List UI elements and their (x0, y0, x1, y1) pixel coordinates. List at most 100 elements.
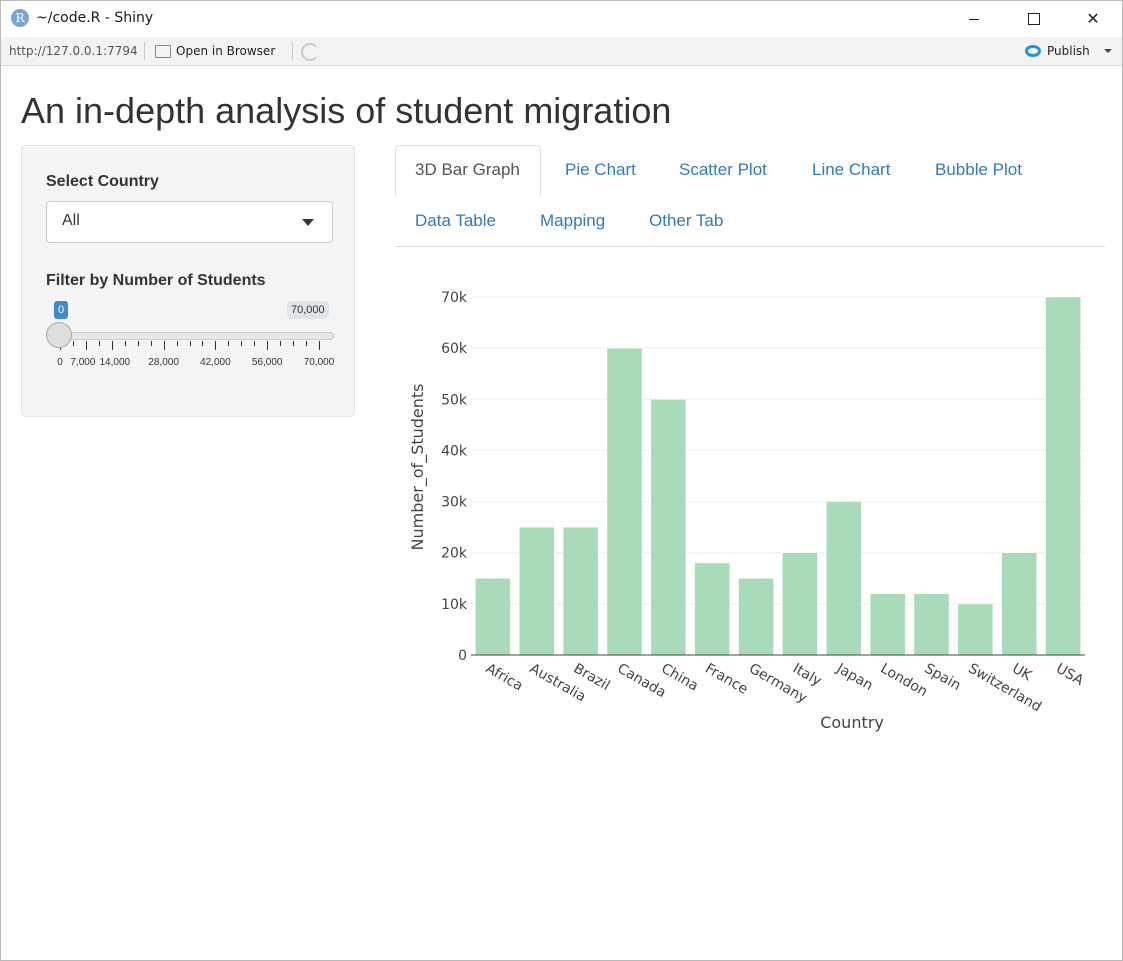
slider-tick (189, 341, 191, 346)
bar[interactable] (475, 578, 511, 656)
slider-tick (98, 341, 100, 346)
sidebar-panel: Select Country All Filter by Number of S… (21, 145, 355, 417)
slider-tick (241, 341, 243, 346)
y-tick-label: 60k (441, 341, 468, 357)
slider-tick-label: 70,000 (303, 357, 335, 368)
slider-tick-label: 7,000 (70, 357, 96, 368)
open-browser-icon (155, 44, 171, 58)
chevron-down-icon[interactable] (1103, 49, 1112, 53)
slider-max-value: 70,000 (287, 301, 329, 319)
bar[interactable] (913, 593, 950, 656)
tab-other-tab[interactable]: Other Tab (649, 211, 723, 231)
tab-3d-bar-graph[interactable]: 3D Bar Graph (395, 145, 541, 196)
select-country-label: Select Country (46, 173, 159, 190)
slider-tick (306, 341, 308, 346)
x-tick-label: USA (1053, 661, 1086, 690)
country-select[interactable]: All (46, 201, 333, 243)
tab-mapping[interactable]: Mapping (540, 211, 605, 231)
x-tick-label: Canada (615, 661, 669, 701)
bar-chart[interactable]: 010k20k30k40k50k60k70kAfrica AustraliaBra… (395, 251, 1105, 751)
x-tick-label: France (702, 661, 750, 698)
slider-tick-label: 28,000 (148, 357, 179, 368)
bar[interactable] (1045, 296, 1081, 656)
x-tick-label: UK (1009, 661, 1035, 685)
slider-tick (163, 341, 165, 350)
minimize-icon (969, 18, 979, 20)
slider-tick (280, 341, 282, 346)
title-bar: R ~/code.R - Shiny ✕ (1, 1, 1122, 37)
bar[interactable] (782, 552, 818, 656)
tab-line-chart[interactable]: Line Chart (812, 160, 890, 180)
y-tick-label: 50k (441, 392, 468, 408)
bar[interactable] (825, 501, 862, 656)
publish-label: Publish (1047, 44, 1090, 58)
close-button[interactable]: ✕ (1070, 1, 1116, 37)
slider-tick (72, 341, 74, 346)
tab-data-table[interactable]: Data Table (415, 211, 496, 231)
slider-tick-label: 42,000 (200, 357, 231, 368)
x-tick-label: Africa (483, 661, 526, 695)
bar[interactable] (869, 593, 906, 656)
r-logo-icon: R (11, 9, 29, 27)
minimize-button[interactable] (951, 1, 997, 37)
student-filter-label: Filter by Number of Students (46, 272, 266, 289)
slider-tick (215, 341, 217, 350)
slider-track[interactable] (60, 332, 334, 340)
slider-tick (293, 341, 295, 346)
slider-tick (137, 341, 139, 346)
slider-tick (111, 341, 113, 350)
publish-button[interactable]: Publish (1025, 44, 1112, 58)
bar[interactable] (562, 526, 599, 656)
maximize-button[interactable] (1011, 1, 1057, 37)
open-in-browser-label: Open in Browser (176, 44, 276, 58)
y-tick-label: 0 (458, 648, 467, 664)
y-tick-label: 30k (441, 495, 468, 511)
slider-tick (124, 341, 126, 346)
bar[interactable] (606, 347, 643, 656)
tab-pie-chart[interactable]: Pie Chart (565, 160, 636, 180)
app-window: R ~/code.R - Shiny ✕ http://127.0.0.1:77… (0, 0, 1123, 961)
bar[interactable] (694, 562, 731, 656)
toolbar-divider (292, 42, 293, 60)
y-tick-label: 10k (441, 597, 468, 613)
slider-tick-label: 56,000 (251, 357, 283, 368)
bar[interactable] (650, 399, 687, 656)
slider-tick (267, 341, 269, 350)
open-in-browser-button[interactable]: Open in Browser (155, 44, 275, 58)
publish-icon (1025, 45, 1041, 57)
tab-bubble-plot[interactable]: Bubble Plot (935, 160, 1022, 180)
tab-bar: 3D Bar Graph Pie Chart Scatter Plot Line Ch… (395, 145, 1105, 247)
slider-tick (319, 341, 320, 350)
slider-tick (176, 341, 178, 346)
tab-scatter-plot[interactable]: Scatter Plot (679, 160, 767, 180)
slider-tick (228, 341, 230, 346)
slider-min-value: 0 (54, 301, 69, 319)
x-axis-title: Country (820, 713, 884, 732)
y-axis-title: Number_of_Students (408, 383, 428, 550)
bar[interactable] (738, 578, 774, 656)
maximize-icon (1028, 13, 1040, 25)
url-text[interactable]: http://127.0.0.1:7794 (9, 44, 138, 58)
slider-handle[interactable] (46, 322, 72, 348)
country-select-value: All (62, 212, 80, 229)
bar[interactable] (1001, 552, 1038, 656)
bar[interactable] (518, 526, 555, 656)
slider-tick (85, 341, 87, 350)
slider-tick-label: 0 (57, 357, 63, 368)
slider-tick (254, 341, 256, 346)
window-title: ~/code.R - Shiny (36, 10, 154, 26)
tab-divider (395, 246, 1105, 247)
y-tick-label: 20k (441, 546, 468, 562)
slider-tick (150, 341, 152, 346)
slider-tick (202, 341, 204, 346)
x-tick-label: Japan (833, 660, 876, 694)
close-icon: ✕ (1086, 11, 1100, 28)
page-title: An in-depth analysis of student migratio… (21, 90, 672, 131)
dropdown-caret-icon (302, 219, 314, 226)
bar[interactable] (957, 603, 994, 656)
y-tick-label: 40k (441, 443, 468, 459)
toolbar-divider (144, 42, 145, 60)
refresh-icon[interactable] (301, 43, 319, 61)
viewer-toolbar: http://127.0.0.1:7794 Open in Browser Pu… (1, 37, 1122, 66)
slider-tick-label: 14,000 (99, 357, 131, 368)
